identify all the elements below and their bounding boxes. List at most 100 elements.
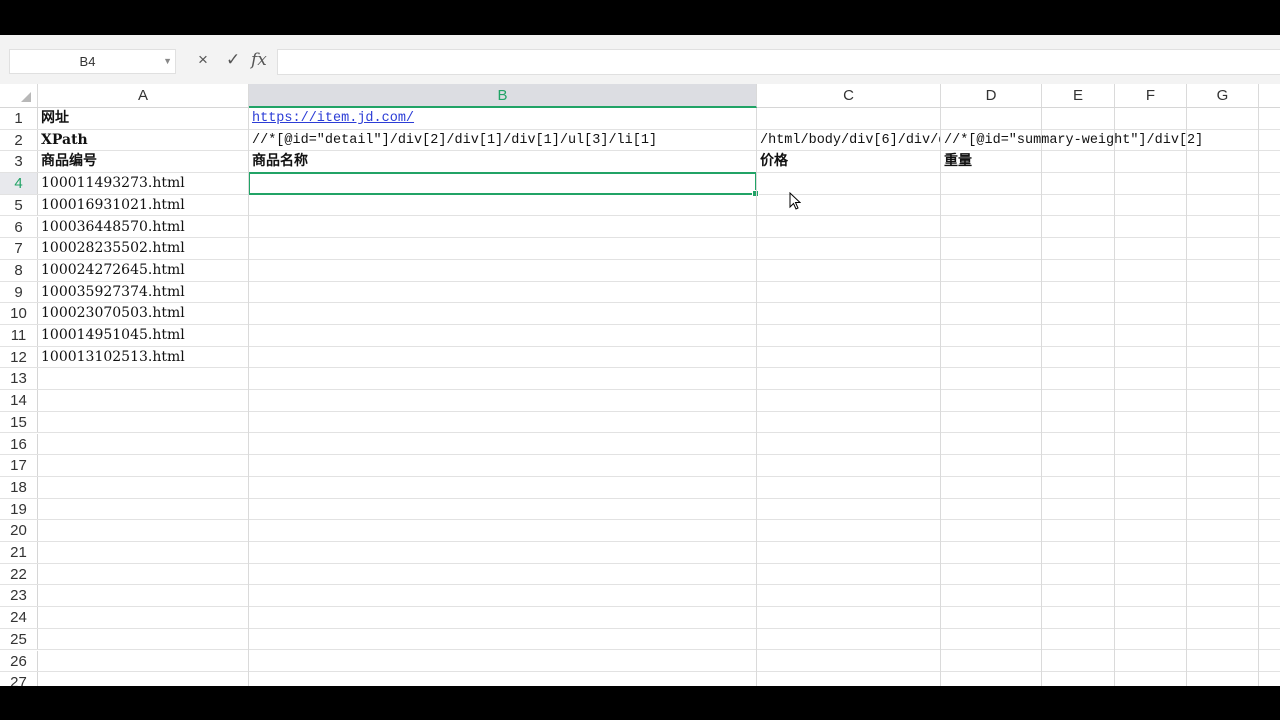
row-header[interactable]: 25: [0, 628, 38, 650]
gridline: [1186, 108, 1187, 686]
column-header-e[interactable]: E: [1042, 84, 1115, 107]
cell-a1[interactable]: 网址: [38, 108, 69, 129]
column-header-g[interactable]: G: [1187, 84, 1259, 107]
table-row: 4 100011493273.html: [0, 173, 1280, 195]
mouse-cursor-icon: [789, 192, 801, 210]
row-header[interactable]: 8: [0, 259, 38, 281]
table-row: 10 100023070503.html: [0, 303, 1280, 325]
table-row: 12 100013102513.html: [0, 346, 1280, 369]
column-header-b[interactable]: B: [249, 84, 757, 108]
table-row: 22: [0, 563, 1280, 586]
cell-a5[interactable]: 100016931021.html: [38, 195, 185, 216]
table-row: 19: [0, 498, 1280, 521]
cell-a3[interactable]: 商品编号: [38, 151, 97, 172]
cell-a9[interactable]: 100035927374.html: [38, 282, 185, 303]
table-row: 13: [0, 368, 1280, 391]
row-header[interactable]: 17: [0, 455, 38, 476]
table-row: 1 网址 https://item.jd.com/: [0, 108, 1280, 130]
table-row: 21: [0, 542, 1280, 564]
row-header[interactable]: 20: [0, 520, 38, 541]
cancel-icon[interactable]: ×: [198, 50, 208, 70]
chevron-down-icon[interactable]: ▼: [163, 56, 172, 66]
cell-a8[interactable]: 100024272645.html: [38, 260, 185, 281]
cell-a7[interactable]: 100028235502.html: [38, 238, 185, 259]
row-header[interactable]: 12: [0, 346, 38, 368]
cell-a6[interactable]: 100036448570.html: [38, 217, 185, 238]
formula-bar: B4 ▼ × ✓ fx: [0, 35, 1280, 84]
row-header[interactable]: 23: [0, 585, 38, 607]
row-header[interactable]: 24: [0, 607, 38, 628]
row-header[interactable]: 11: [0, 325, 38, 346]
table-row: 15: [0, 411, 1280, 434]
gridline: [1041, 108, 1042, 686]
row-header[interactable]: 1: [0, 108, 38, 129]
gridline: [940, 108, 941, 686]
gridline: [1114, 108, 1115, 686]
row-header[interactable]: 10: [0, 303, 38, 324]
row-header[interactable]: 19: [0, 498, 38, 520]
table-row: 23: [0, 585, 1280, 608]
name-box[interactable]: B4 ▼: [9, 49, 176, 74]
name-box-value: B4: [79, 54, 96, 69]
table-row: 7 100028235502.html: [0, 238, 1280, 260]
cell-d3[interactable]: 重量: [941, 151, 972, 172]
row-header[interactable]: 14: [0, 390, 38, 411]
check-icon[interactable]: ✓: [226, 50, 240, 70]
row-header[interactable]: 4: [0, 173, 38, 194]
cell-grid[interactable]: ABCDEFG 1 网址 https://item.jd.com/2 XPath //*…: [0, 84, 1280, 686]
column-header-bar: ABCDEFG: [0, 84, 1280, 108]
cell-d2[interactable]: //*[@id="summary-weight"]/div[2]: [941, 130, 1203, 151]
row-header[interactable]: 16: [0, 433, 38, 455]
row-header[interactable]: 27: [0, 672, 38, 686]
table-row: 18: [0, 476, 1280, 499]
cell-a12[interactable]: 100013102513.html: [38, 347, 185, 368]
row-header[interactable]: 21: [0, 542, 38, 563]
row-header[interactable]: 26: [0, 650, 38, 672]
row-header[interactable]: 6: [0, 216, 38, 238]
gridline: [248, 108, 249, 686]
table-row: 20: [0, 520, 1280, 542]
cell-b3[interactable]: 商品名称: [249, 151, 308, 172]
cell-b2[interactable]: //*[@id="detail"]/div[2]/div[1]/div[1]/u…: [249, 130, 657, 151]
table-row: 17: [0, 455, 1280, 477]
table-row: 2 XPath //*[@id="detail"]/div[2]/div[1]/di…: [0, 129, 1280, 152]
column-header-c[interactable]: C: [757, 84, 941, 107]
gridline: [1258, 108, 1259, 686]
select-all-button[interactable]: [0, 84, 38, 107]
table-row: 26: [0, 650, 1280, 673]
row-header[interactable]: 7: [0, 238, 38, 259]
table-row: 24: [0, 607, 1280, 629]
cell-a2[interactable]: XPath: [38, 130, 88, 151]
table-row: 14: [0, 390, 1280, 412]
row-header[interactable]: 18: [0, 476, 38, 498]
table-row: 27: [0, 672, 1280, 686]
table-row: 9 100035927374.html: [0, 281, 1280, 304]
row-header[interactable]: 2: [0, 129, 38, 151]
spreadsheet-window: B4 ▼ × ✓ fx ABCDEFG 1 网址 https://item.jd.c…: [0, 35, 1280, 686]
table-row: 11 100014951045.html: [0, 325, 1280, 347]
cell-a11[interactable]: 100014951045.html: [38, 325, 185, 346]
table-row: 3 商品编号 商品名称 价格 重量: [0, 151, 1280, 174]
formula-input[interactable]: [277, 49, 1280, 75]
column-header-f[interactable]: F: [1115, 84, 1187, 107]
row-header[interactable]: 13: [0, 368, 38, 390]
cell-a10[interactable]: 100023070503.html: [38, 303, 185, 324]
cell-c2[interactable]: /html/body/div[6]/div/div[2]/div[4]/div/…: [757, 130, 940, 151]
table-row: 8 100024272645.html: [0, 259, 1280, 282]
row-header[interactable]: 22: [0, 563, 38, 585]
cell-c3[interactable]: 价格: [757, 151, 788, 172]
function-icon[interactable]: fx: [251, 50, 267, 70]
row-header[interactable]: 15: [0, 411, 38, 433]
row-header[interactable]: 5: [0, 194, 38, 216]
table-row: 6 100036448570.html: [0, 216, 1280, 239]
row-header[interactable]: 3: [0, 151, 38, 173]
table-row: 16: [0, 433, 1280, 456]
cell-a4[interactable]: 100011493273.html: [38, 173, 185, 194]
table-row: 25: [0, 628, 1280, 651]
column-header-d[interactable]: D: [941, 84, 1042, 107]
cell-b1[interactable]: https://item.jd.com/: [249, 108, 414, 129]
row-header[interactable]: 9: [0, 281, 38, 303]
column-header-a[interactable]: A: [38, 84, 249, 107]
table-row: 5 100016931021.html: [0, 194, 1280, 217]
select-all-icon: [21, 92, 31, 102]
